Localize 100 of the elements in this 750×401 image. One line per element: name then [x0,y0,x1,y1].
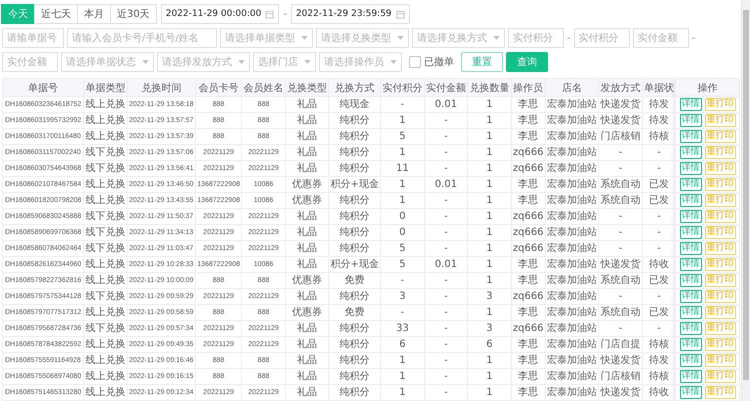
table-cell: - [424,128,468,144]
detail-button[interactable]: 详情 [680,290,702,303]
column-header: 单据状 [642,78,676,96]
date-range-tab[interactable]: 近30天 [110,4,157,24]
column-header: 会员姓名 [242,78,286,96]
table-cell: 6 [468,336,512,352]
detail-button[interactable]: 详情 [680,338,702,351]
detail-button[interactable]: 详情 [680,98,702,111]
reprint-button[interactable]: 重打印 [704,194,736,207]
reprint-button[interactable]: 重打印 [704,354,736,367]
detail-button[interactable]: 详情 [680,210,702,223]
table-cell: zq666 [511,208,546,224]
date-range-tab[interactable]: 本月 [77,4,111,24]
table-cell: 系统自动 [598,304,642,320]
vertical-scrollbar[interactable] [741,0,750,401]
reprint-button[interactable]: 重打印 [704,258,736,271]
table-cell: 1 [380,112,424,128]
filter-select[interactable]: 选择门店 [253,52,316,72]
table-cell: 线上兑换 [84,384,128,400]
table-cell: 1 [380,352,424,368]
filter-select[interactable]: 请选择发放方式 [157,52,250,72]
detail-button[interactable]: 详情 [680,370,702,383]
table-cell: - [424,112,468,128]
reprint-button[interactable]: 重打印 [704,370,736,383]
table-cell: 宏泰加油站 [545,96,599,112]
table-cell: 0.01 [424,256,468,272]
filter-input[interactable]: 实付金额 [632,28,689,48]
detail-button[interactable]: 详情 [680,354,702,367]
reprint-button[interactable]: 重打印 [704,338,736,351]
table-cell: 系统自动 [598,176,642,192]
end-date-field[interactable]: 2022-11-29 23:59:59 [290,4,410,24]
table-cell: 宏泰加油站 [545,176,599,192]
detail-button[interactable]: 详情 [680,322,702,335]
reprint-button[interactable]: 重打印 [704,146,736,159]
filter-select[interactable]: 请选择单据状态 [61,52,154,72]
reprint-button[interactable]: 重打印 [704,306,736,319]
detail-button[interactable]: 详情 [680,274,702,287]
detail-button[interactable]: 详情 [680,194,702,207]
detail-button[interactable]: 详情 [680,178,702,191]
date-range-tab[interactable]: 今天 [1,4,35,24]
reprint-button[interactable]: 重打印 [704,386,736,399]
filter-input[interactable]: 实付金额 [2,52,58,72]
reprint-button[interactable]: 重打印 [704,178,736,191]
reprint-button[interactable]: 重打印 [704,162,736,175]
table-cell: 1 [468,240,512,256]
reprint-button[interactable]: 重打印 [704,290,736,303]
table-cell: 李思 [511,272,546,288]
date-range-tab[interactable]: 近七天 [34,4,78,24]
filter-select[interactable]: 请选择兑换方式 [412,28,505,48]
table-cell: 礼品 [285,256,329,272]
reprint-button[interactable]: 重打印 [704,210,736,223]
start-date-field[interactable]: 2022-11-29 00:00:00 [160,4,280,24]
table-cell: - [424,304,468,320]
detail-button[interactable]: 详情 [680,130,702,143]
search-button[interactable]: 查询 [506,52,548,72]
reprint-button[interactable]: 重打印 [704,242,736,255]
detail-button[interactable]: 详情 [680,162,702,175]
table-cell: 宏泰加油站 [545,272,599,288]
detail-button[interactable]: 详情 [680,258,702,271]
table-cell: 线上兑换 [84,128,128,144]
reprint-button[interactable]: 重打印 [704,98,736,111]
table-cell: 快递发货 [598,96,642,112]
filter-input[interactable]: 实付积分 [574,28,630,48]
table-cell: 1 [468,96,512,112]
table-cell: 纯积分 [328,192,381,208]
table-cell: 宏泰加油站 [545,352,599,368]
table-cell: 优惠券 [285,176,329,192]
reprint-button[interactable]: 重打印 [704,274,736,287]
detail-button[interactable]: 详情 [680,306,702,319]
table-cell: 1 [468,304,512,320]
filter-input[interactable]: 请输单据号 [2,28,64,48]
table-cell: - [380,272,424,288]
table-cell: 1 [468,256,512,272]
table-cell: 积分+现金 [328,256,381,272]
reprint-button[interactable]: 重打印 [704,114,736,127]
table-cell: 礼品 [285,208,329,224]
table-cell: 礼品 [285,352,329,368]
table-cell: 纯积分 [328,240,381,256]
table-cell: - [424,288,468,304]
filter-input[interactable]: 请输入会员卡号/手机号/姓名 [67,28,217,48]
checkbox[interactable] [409,56,421,68]
table-cell: 待核 [642,368,676,384]
table-cell: 已发 [642,192,676,208]
reset-button[interactable]: 重置 [461,52,503,72]
detail-button[interactable]: 详情 [680,146,702,159]
detail-button[interactable]: 详情 [680,114,702,127]
filter-input[interactable]: 实付积分 [508,28,564,48]
detail-button[interactable]: 详情 [680,226,702,239]
filter-select[interactable]: 请选择操作员 [319,52,402,72]
table-cell: 李思 [511,256,546,272]
table-cell: - [598,320,642,336]
detail-button[interactable]: 详情 [680,386,702,399]
table-cell: 李思 [511,176,546,192]
reprint-button[interactable]: 重打印 [704,322,736,335]
reprint-button[interactable]: 重打印 [704,226,736,239]
filter-select[interactable]: 请选择兑换类型 [316,28,409,48]
table-cell: 宏泰加油站 [545,304,599,320]
reprint-button[interactable]: 重打印 [704,130,736,143]
detail-button[interactable]: 详情 [680,242,702,255]
filter-select[interactable]: 请选择单据类型 [220,28,313,48]
